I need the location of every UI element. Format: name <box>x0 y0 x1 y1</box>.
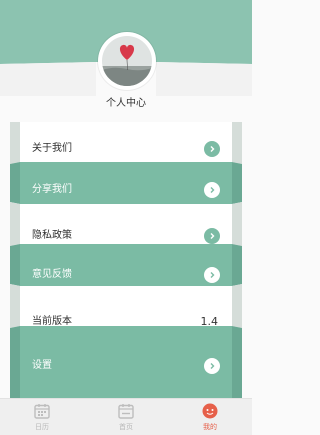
menu-item-label: 意见反馈 <box>32 269 72 280</box>
avatar[interactable] <box>98 32 156 90</box>
profile-title: 个人中心 <box>106 98 146 109</box>
chevron-right-icon <box>204 228 220 244</box>
tab-calendar[interactable]: 日历 <box>12 399 72 435</box>
tab-label: 我的 <box>203 423 217 431</box>
avatar-image <box>102 36 152 86</box>
chevron-right-icon <box>204 141 220 157</box>
menu-item-privacy-policy[interactable]: 隐私政策 <box>20 221 232 251</box>
menu-item-current-version: 当前版本 1.4 <box>20 307 232 337</box>
tab-label: 日历 <box>35 423 49 431</box>
chevron-right-icon <box>204 182 220 198</box>
tab-label: 首页 <box>119 423 133 431</box>
calendar-home-icon <box>117 402 135 420</box>
tab-mine[interactable]: 我的 <box>180 399 240 435</box>
chevron-right-icon <box>204 267 220 283</box>
menu-item-label: 设置 <box>32 360 52 371</box>
menu-item-about-us[interactable]: 关于我们 <box>20 134 232 164</box>
calendar-icon <box>33 402 51 420</box>
tab-home[interactable]: 首页 <box>96 399 156 435</box>
menu-item-feedback[interactable]: 意见反馈 <box>20 260 232 290</box>
menu-item-share-us[interactable]: 分享我们 <box>20 175 232 205</box>
menu-item-label: 隐私政策 <box>32 230 72 241</box>
version-value: 1.4 <box>200 315 219 328</box>
menu-item-label: 关于我们 <box>32 143 72 154</box>
menu-item-label: 分享我们 <box>32 184 72 195</box>
menu-item-settings[interactable]: 设置 <box>20 351 232 381</box>
profile-face-icon <box>201 402 219 420</box>
chevron-right-icon <box>204 358 220 374</box>
menu-item-label: 当前版本 <box>32 316 72 327</box>
bottom-tab-bar: 日历 首页 我的 <box>0 398 252 435</box>
